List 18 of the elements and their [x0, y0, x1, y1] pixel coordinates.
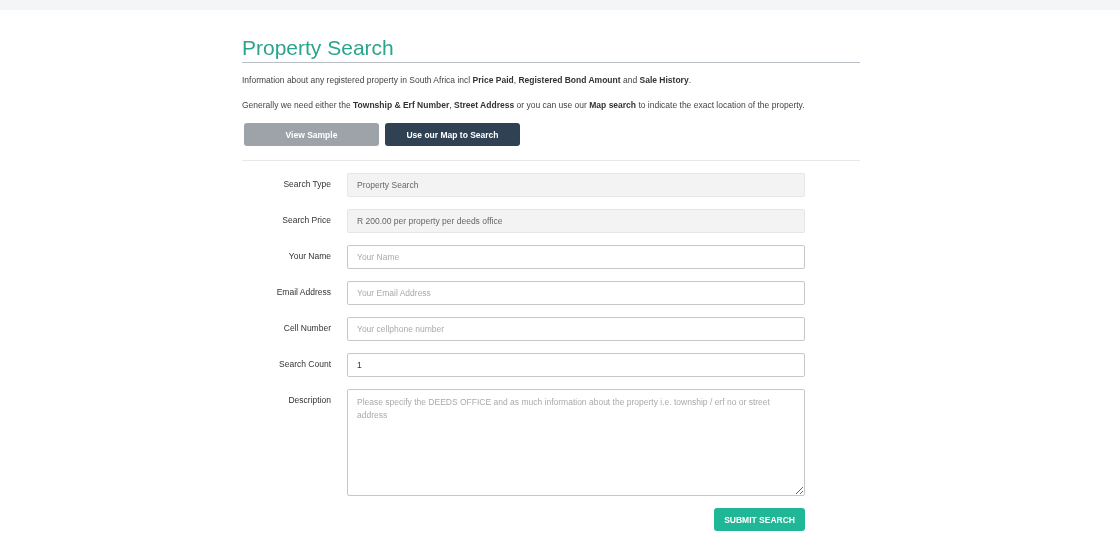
field-label: Cell Number	[282, 322, 331, 335]
description-field[interactable]: Please specify the DEEDS OFFICE and as much information about the property i.e. township / erf no or street address	[347, 389, 805, 496]
field-label: Search Type	[282, 178, 331, 191]
input-field[interactable]: Your Email Address	[347, 281, 805, 305]
page-title: Property Search	[242, 36, 860, 63]
input-field[interactable]: Your cellphone number	[347, 317, 805, 341]
input-field[interactable]: Your Name	[347, 245, 805, 269]
field-label: Search Count	[278, 358, 331, 371]
input-field[interactable]: 1	[347, 353, 805, 377]
field-label: Your Name	[287, 250, 331, 263]
intro-text: Information about any registered property in South Africa incl Price Paid, Registered Bond Amount and Sale History.	[242, 74, 692, 87]
field-label: Email Address	[275, 286, 331, 299]
field-label: Description	[287, 394, 331, 407]
instruction-text: Generally we need either the Township & Erf Number, Street Address or you can use our Map search to indicate the exact location of the property.	[242, 99, 806, 112]
field-label: Search Price	[281, 214, 331, 227]
map-search-button[interactable]: Use our Map to Search	[385, 123, 520, 146]
readonly-field[interactable]: Property Search	[347, 173, 805, 197]
readonly-field[interactable]: R 200.00 per property per deeds office	[347, 209, 805, 233]
